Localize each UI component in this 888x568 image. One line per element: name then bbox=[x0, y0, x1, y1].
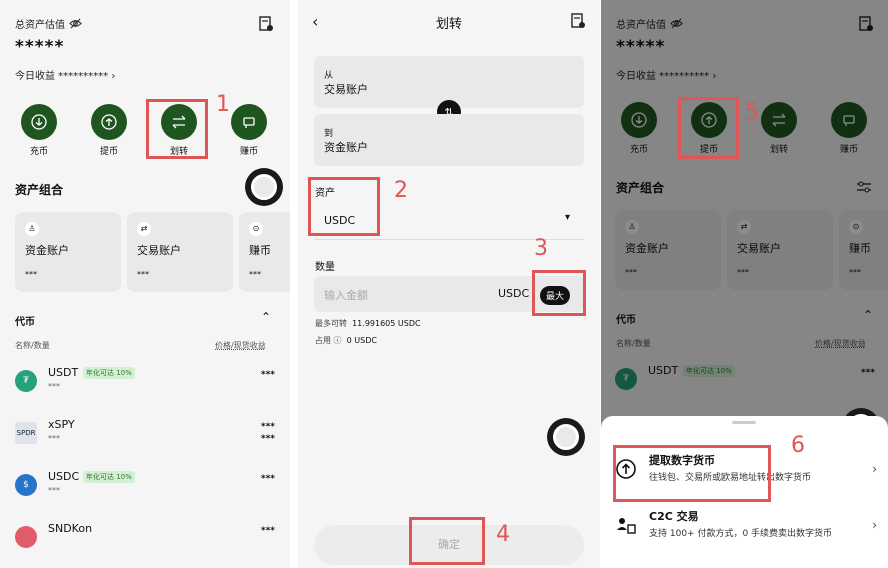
portfolio-title: 资产组合 bbox=[15, 183, 64, 197]
dropdown-arrow-icon: ▾ bbox=[564, 212, 570, 223]
highlight-box-3 bbox=[532, 270, 586, 316]
coin-row-xspy[interactable]: SPDR xSPY *** *** *** bbox=[15, 418, 275, 454]
assets-panel: 总资产估值 ***** 今日收益 ********** › 充币 提币 划转 赚… bbox=[0, 0, 290, 568]
chevron-right-icon: › bbox=[872, 518, 877, 532]
card-earn[interactable]: ⊙ 赚币 *** bbox=[239, 212, 290, 292]
upload-icon bbox=[101, 114, 117, 130]
usdc-logo-icon: $ bbox=[15, 474, 37, 496]
tokens-title: 代币 bbox=[15, 317, 35, 328]
unit-label: USDC bbox=[498, 287, 530, 300]
total-assets-value: ***** bbox=[15, 37, 65, 57]
today-earnings[interactable]: 今日收益 ********** › bbox=[15, 67, 115, 82]
records-icon[interactable] bbox=[259, 16, 273, 32]
card-trading-account[interactable]: ⇄ 交易账户 *** bbox=[127, 212, 233, 292]
marker-1: 1 bbox=[216, 92, 230, 117]
marker-2: 2 bbox=[394, 178, 408, 203]
marker-6: 6 bbox=[791, 433, 805, 458]
info-icon[interactable]: ⓘ bbox=[334, 336, 342, 345]
earn-button[interactable]: 赚币 bbox=[229, 104, 269, 157]
coin-row-usdc[interactable]: $ USDC 年化可达 10% *** *** bbox=[15, 470, 275, 506]
floating-assist-button[interactable] bbox=[547, 418, 585, 456]
transfer-panel: ‹ 划转 从 交易账户 ⇅ 到 资金账户 资产 USDC ▾ 2 数量 输入金额… bbox=[298, 0, 600, 568]
card-funding-account[interactable]: ♙ 资金账户 *** bbox=[15, 212, 121, 292]
earn-icon bbox=[243, 117, 255, 128]
page-title: 划转 bbox=[435, 17, 462, 32]
highlight-box-4 bbox=[409, 517, 485, 565]
coin-row-sndkon[interactable]: SNDKon *** bbox=[15, 522, 275, 558]
highlight-box-1 bbox=[146, 99, 208, 159]
quantity-label: 数量 bbox=[315, 262, 335, 273]
withdraw-button[interactable]: 提币 bbox=[89, 104, 129, 157]
eye-hidden-icon[interactable] bbox=[69, 18, 82, 29]
spdr-logo-icon: SPDR bbox=[15, 422, 37, 444]
chevron-right-icon: › bbox=[872, 462, 877, 476]
deposit-button[interactable]: 充币 bbox=[19, 104, 59, 157]
max-transfer-info: 最多可转 11.991605 USDC bbox=[315, 319, 421, 328]
usdt-logo-icon: ₮ bbox=[15, 370, 37, 392]
highlight-box-2 bbox=[308, 177, 380, 236]
occupied-info: 占用 ⓘ 0 USDC bbox=[315, 336, 377, 345]
col-name-qty: 名称/数量 bbox=[15, 341, 50, 350]
marker-3: 3 bbox=[534, 236, 548, 261]
highlight-box-5 bbox=[678, 97, 739, 159]
c2c-trade-option[interactable]: C2C 交易 支持 100+ 付款方式，0 手续费卖出数字货币 › bbox=[615, 508, 877, 548]
to-account-field[interactable]: 到 资金账户 bbox=[314, 114, 584, 166]
sheet-grab-handle[interactable] bbox=[732, 421, 756, 424]
coin-row-usdt[interactable]: ₮ USDT 年化可达 10% *** *** bbox=[15, 366, 275, 402]
records-icon[interactable] bbox=[571, 13, 585, 29]
total-assets-label: 总资产估值 bbox=[15, 16, 82, 31]
c2c-users-icon bbox=[617, 518, 636, 534]
highlight-box-6 bbox=[613, 445, 771, 502]
marker-5: 5 bbox=[745, 100, 759, 125]
wallet-icon: ♙ bbox=[25, 222, 39, 236]
download-icon bbox=[31, 114, 47, 130]
sndkon-logo-icon bbox=[15, 526, 37, 548]
col-price-pnl[interactable]: 价格/现货收益 bbox=[215, 340, 266, 351]
floating-assist-button[interactable] bbox=[245, 168, 283, 206]
collapse-chevron-icon[interactable]: ⌃ bbox=[261, 310, 271, 324]
earn-small-icon: ⊙ bbox=[249, 222, 263, 236]
withdraw-menu-panel: 总资产估值 ***** 今日收益 ********** › 充币 提币 划转 赚… bbox=[601, 0, 888, 568]
panel-divider bbox=[290, 0, 298, 568]
swap-icon: ⇄ bbox=[137, 222, 151, 236]
marker-4: 4 bbox=[496, 522, 510, 547]
